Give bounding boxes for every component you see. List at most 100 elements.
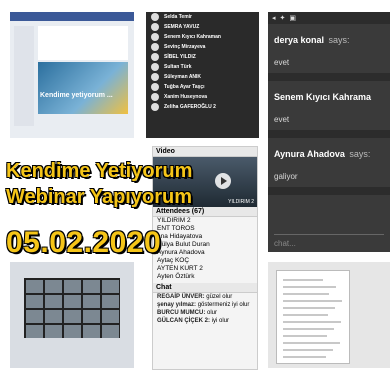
document-screenshot [268, 262, 390, 368]
participant-name: SEMRA YAVUZ [164, 24, 200, 30]
post-box [38, 26, 128, 60]
chat-author: GÜLCAN ÇİÇEK 2: [157, 318, 211, 324]
participant-name: Sevinç Mirzayeva [164, 44, 206, 50]
attendee-item[interactable]: AYTEN KURT 2 [153, 265, 257, 273]
text-line [283, 307, 335, 309]
attendee-item[interactable]: Aytaç KOÇ [153, 257, 257, 265]
video-tile [83, 295, 100, 308]
twitter-icon[interactable]: ✦ [280, 14, 286, 22]
participant-name: Xanim Huseynova [164, 94, 208, 100]
chat-text: güzel olur [206, 294, 233, 300]
participant-item: SİBEL YILDIZ [146, 52, 259, 62]
text-line [283, 300, 342, 302]
comment-text: galiyor [274, 172, 298, 181]
text-line [283, 349, 333, 351]
chat-text: olur [207, 310, 218, 316]
participant-item: Selda Temir [146, 12, 259, 22]
participant-name: Tuğba Ayar Taşçı [164, 84, 205, 90]
comment-item: Aynura Ahadova says: galiyor [268, 138, 390, 195]
participant-item: Süleyman ANIK [146, 72, 259, 82]
chat-author: BURCU MUMCU: [157, 310, 206, 316]
user-icon [151, 43, 159, 51]
text-line [283, 314, 328, 316]
participant-name: Zeliha GAFEROĞLU 2 [164, 104, 216, 110]
participant-name: Selda Temir [164, 14, 192, 20]
chat-author: REGAİP ÜNVER: [157, 294, 205, 300]
chat-text: göstermeniz iyi olur [197, 302, 250, 308]
video-tile [45, 310, 62, 323]
participant-name: Senem Kıyıcı Kahraman [164, 34, 221, 40]
overlay-date: 05.02.2020 [6, 226, 162, 259]
video-tile [26, 295, 43, 308]
play-icon[interactable] [215, 173, 231, 189]
participant-item: Xanim Huseynova [146, 92, 259, 102]
comment-item: Senem Kıyıcı Kahrama evet [268, 81, 390, 138]
video-tile [64, 325, 81, 338]
video-tile [64, 310, 81, 323]
participant-item: Zeliha GAFEROĞLU 2 [146, 102, 259, 112]
participant-name: Sultan Türk [164, 64, 192, 70]
post-caption: Kendime yetiyorum ... [40, 92, 113, 99]
text-line [283, 293, 329, 295]
video-tile [45, 325, 62, 338]
chat-message: şenay yılmaz: göstermeniz iyi olur [153, 301, 257, 309]
chat-icon[interactable]: ▣ [289, 14, 296, 22]
participant-item: Tuğba Ayar Taşçı [146, 82, 259, 92]
video-caption: YILDIRIM 2 [228, 199, 254, 205]
participant-item: SEMRA YAVUZ [146, 22, 259, 32]
video-tile [102, 310, 119, 323]
text-line [283, 321, 341, 323]
video-grid [24, 278, 120, 338]
attendee-item[interactable]: YILDIRIM 2 [153, 217, 257, 225]
chat-message: GÜLCAN ÇİÇEK 2: iyi olur [153, 317, 257, 325]
attendee-item[interactable]: Hülya Bulut Duran [153, 241, 257, 249]
video-tile [64, 280, 81, 293]
post-image [38, 62, 128, 114]
comment-item: derya konal says: evet [268, 24, 390, 81]
sidebar [14, 26, 34, 126]
video-tile [45, 280, 62, 293]
video-tile [64, 295, 81, 308]
user-icon [151, 93, 159, 101]
chat-message: BURCU MUMCU: olur [153, 309, 257, 317]
text-line [283, 335, 327, 337]
comment-says: says: [349, 149, 371, 159]
toolbar: ◂ ✦ ▣ [268, 12, 390, 24]
comments-panel: ◂ ✦ ▣ derya konal says: evet Senem Kıyıcı … [268, 12, 390, 252]
text-line [283, 279, 323, 281]
video-tile [26, 280, 43, 293]
user-icon [151, 13, 159, 21]
attendee-item[interactable]: Aynura Ahadova [153, 249, 257, 257]
user-icon [151, 103, 159, 111]
participant-item: Sultan Türk [146, 62, 259, 72]
user-icon [151, 23, 159, 31]
text-line [283, 342, 340, 344]
chat-author: şenay yılmaz: [157, 302, 197, 308]
video-tile [83, 310, 100, 323]
attendee-item[interactable]: ENT TOROS [153, 225, 257, 233]
comment-text: evet [274, 115, 290, 124]
video-tile [45, 295, 62, 308]
facebook-screenshot: Kendime yetiyorum ... [10, 12, 134, 138]
user-icon [151, 73, 159, 81]
video-tile [83, 325, 100, 338]
overlay-line2: Webinar Yapıyorum [6, 186, 192, 208]
participant-name: Süleyman ANIK [164, 74, 202, 80]
top-bar [10, 12, 134, 21]
participant-name: SİBEL YILDIZ [164, 54, 196, 60]
text-line [283, 328, 334, 330]
comment-says: says: [328, 35, 350, 45]
attendee-item[interactable]: Ayten Öztürk [153, 273, 257, 281]
participant-item: Senem Kıyıcı Kahraman [146, 32, 259, 42]
comment-author: Senem Kıyıcı Kahrama [274, 92, 372, 102]
video-tile [102, 280, 119, 293]
video-tile [102, 325, 119, 338]
user-icon [151, 53, 159, 61]
chat-input[interactable]: chat... [274, 234, 384, 248]
attendee-item[interactable]: ana Hidayatova [153, 233, 257, 241]
back-icon[interactable]: ◂ [272, 14, 276, 22]
video-tile [83, 280, 100, 293]
comment-text: evet [274, 58, 290, 67]
zoom-grid-screenshot [10, 262, 134, 368]
chat-message: REGAİP ÜNVER: güzel olur [153, 293, 257, 301]
